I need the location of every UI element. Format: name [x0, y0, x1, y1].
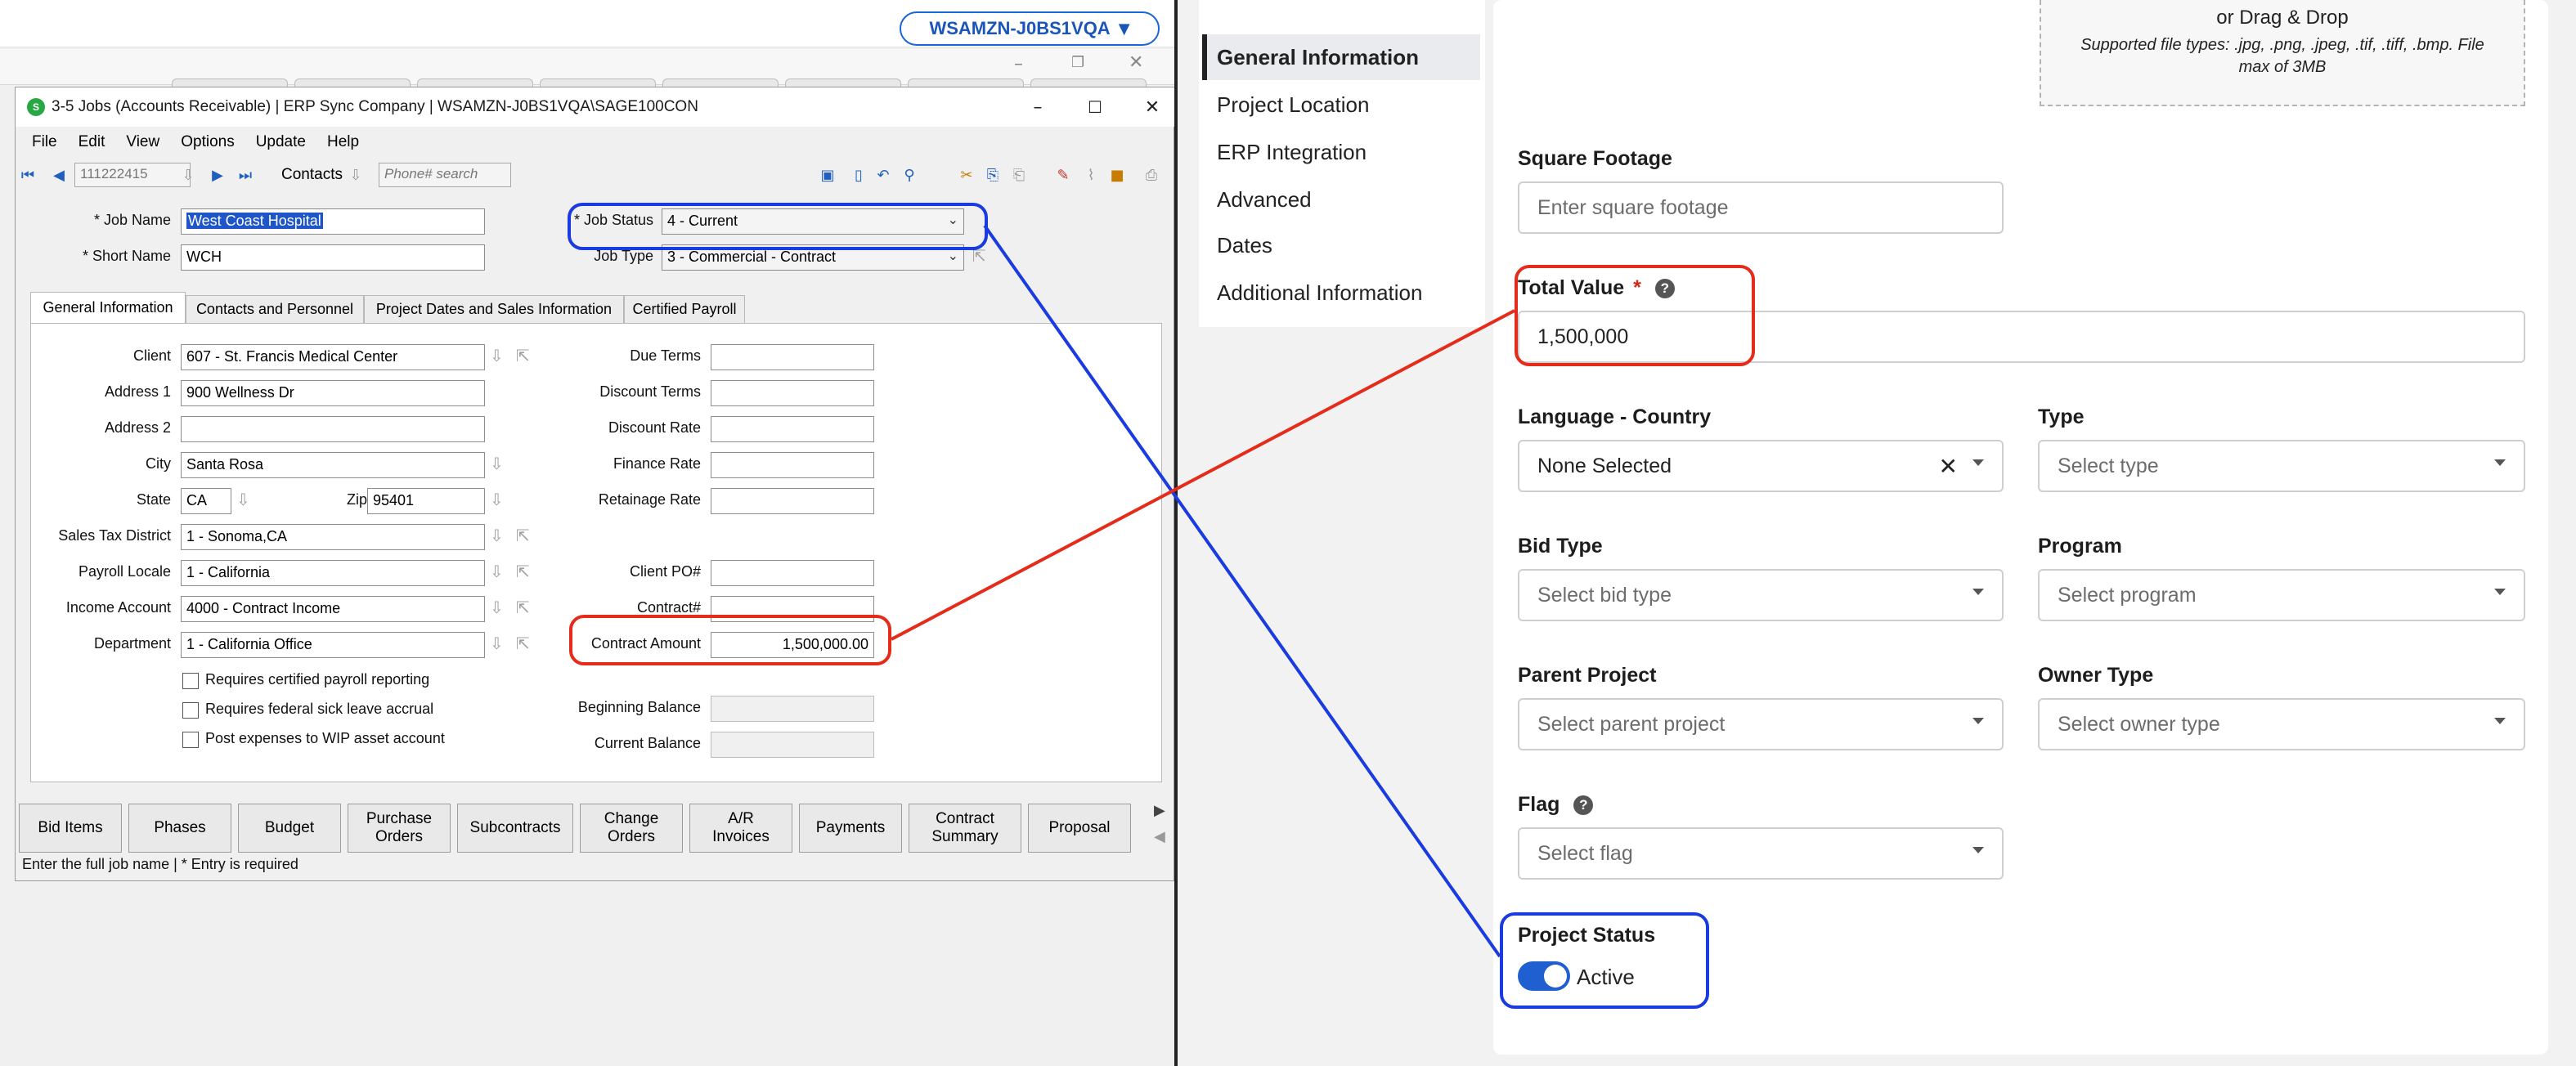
job-status-connector-line: [983, 224, 1501, 958]
annotation-connector-lines: [891, 224, 1515, 958]
contract-amount-connector-line: [891, 309, 1515, 641]
